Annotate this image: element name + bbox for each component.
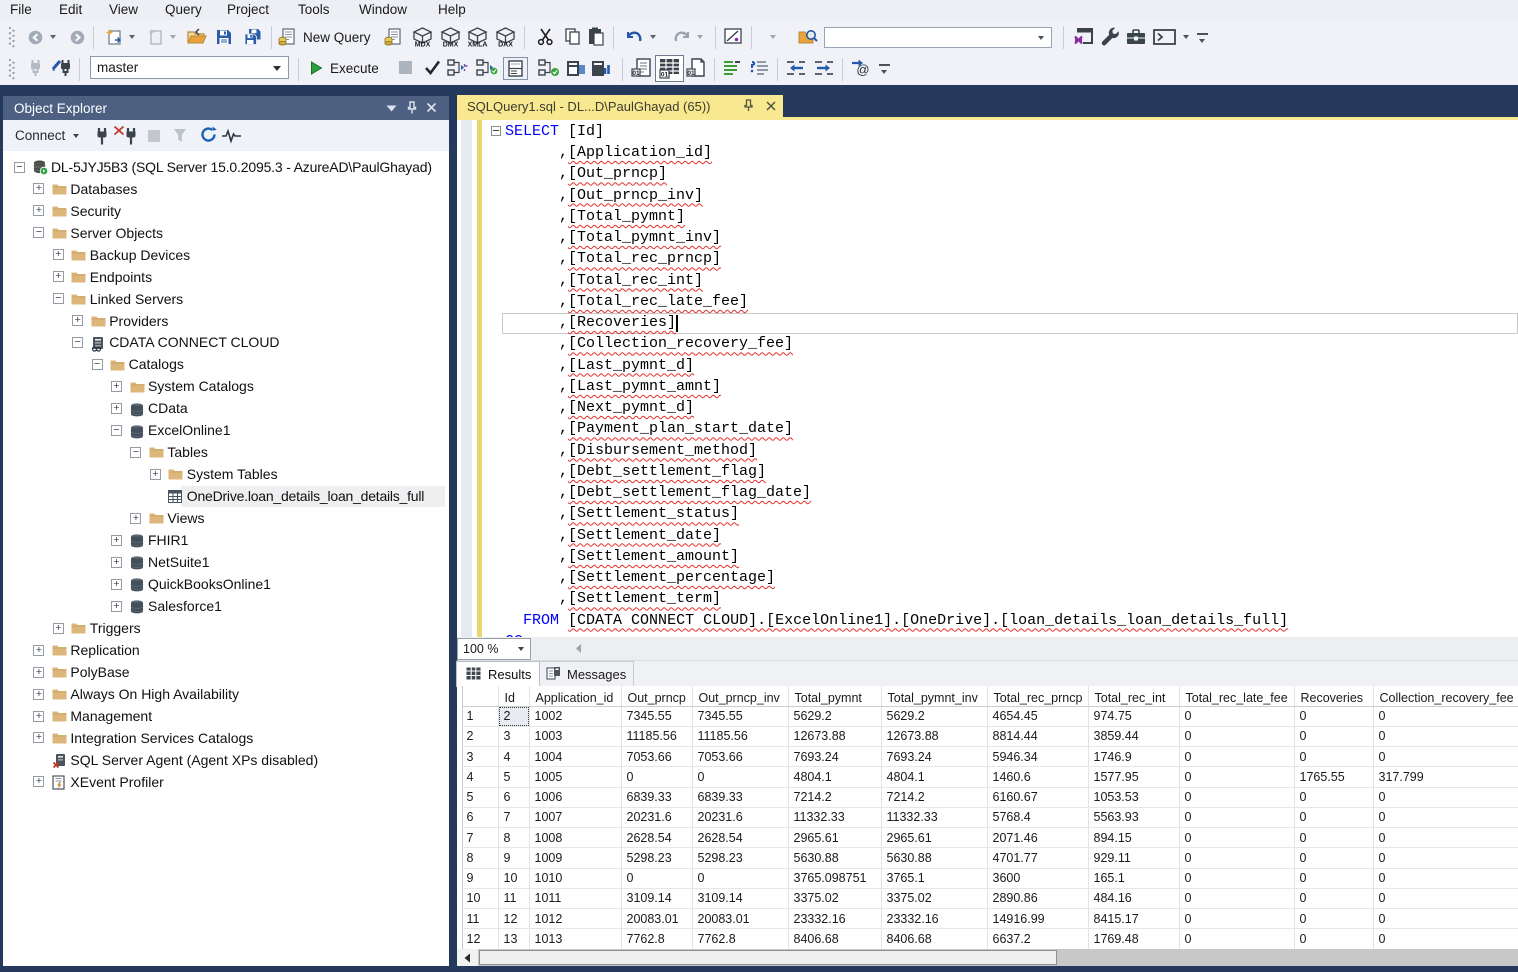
svg-text:DAX: DAX	[498, 42, 513, 49]
svg-text:01: 01	[687, 70, 695, 77]
svg-text:01: 01	[661, 72, 669, 79]
svg-text:XMLA: XMLA	[468, 42, 488, 49]
svg-text:@: @	[856, 62, 869, 77]
svg-text:01: 01	[632, 70, 640, 77]
svg-text:DMX: DMX	[443, 42, 459, 49]
svg-text:MDX: MDX	[415, 42, 431, 49]
